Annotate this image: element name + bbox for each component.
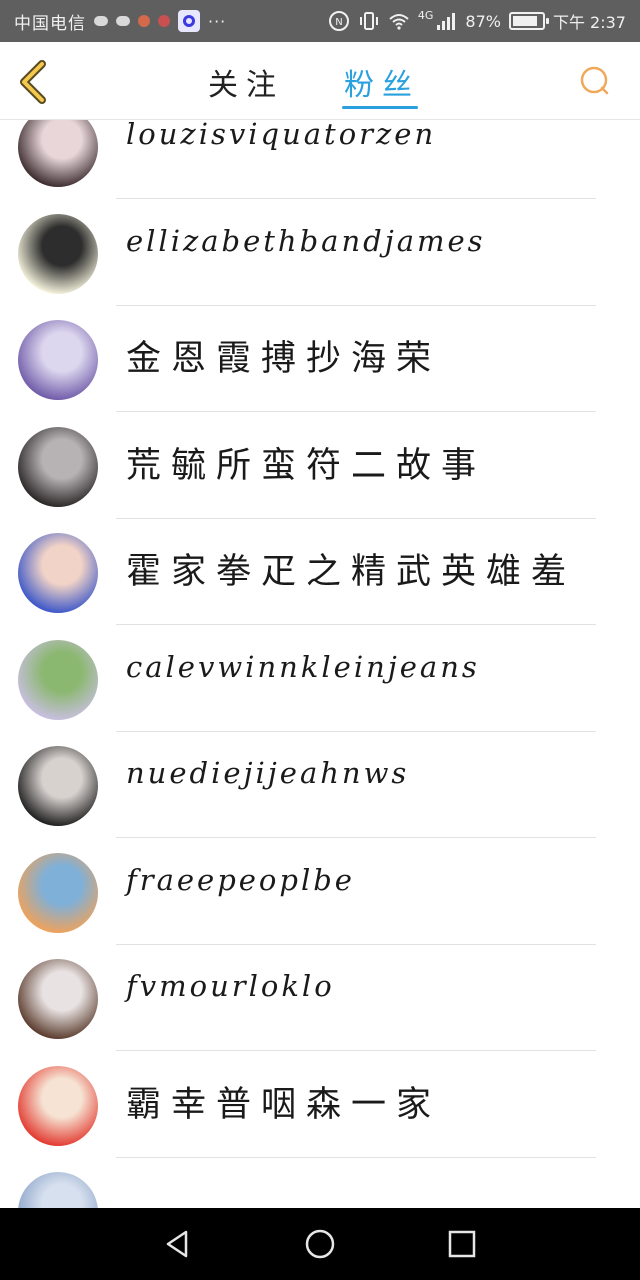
vibrate-icon bbox=[359, 12, 378, 30]
active-tab-indicator bbox=[342, 106, 418, 109]
network-type-label: 4G bbox=[417, 8, 434, 22]
navigation-bar bbox=[0, 1208, 640, 1280]
fan-name[interactable]: 霸幸普咽森一家 bbox=[126, 1076, 441, 1127]
tab-fans[interactable]: 粉丝 bbox=[344, 60, 420, 104]
cloud-download-icon bbox=[116, 16, 130, 26]
fan-list-item[interactable] bbox=[0, 1158, 640, 1208]
more-notifications-icon: ··· bbox=[208, 11, 227, 31]
fan-name[interactable]: nuediejijeahnws bbox=[126, 756, 409, 790]
status-bar: 中国电信 ··· N 4G 87% 下午 2:37 bbox=[0, 0, 640, 42]
fan-list-item[interactable]: fraeepeoplbe bbox=[0, 839, 640, 945]
wifi-icon bbox=[389, 14, 409, 30]
avatar[interactable] bbox=[18, 533, 98, 613]
avatar[interactable] bbox=[18, 746, 98, 826]
battery-percent-label: 87% bbox=[465, 11, 501, 31]
fan-name[interactable]: louzisviquatorzen bbox=[126, 120, 436, 151]
avatar[interactable] bbox=[18, 320, 98, 400]
status-right: N 4G 87% 下午 2:37 bbox=[328, 0, 626, 42]
fan-list-item[interactable]: calevwinnkleinjeans bbox=[0, 626, 640, 732]
fan-list-item[interactable]: louzisviquatorzen bbox=[0, 120, 640, 199]
carrier-label: 中国电信 bbox=[14, 13, 86, 34]
avatar[interactable] bbox=[18, 213, 98, 294]
fan-list-item[interactable]: fvmourloklo bbox=[0, 945, 640, 1051]
signal-icon bbox=[437, 13, 456, 30]
cloud-icon bbox=[94, 16, 108, 26]
square-recents-icon[interactable] bbox=[444, 1226, 480, 1262]
app-notification-icon bbox=[178, 10, 200, 32]
avatar[interactable] bbox=[18, 426, 98, 507]
battery-level bbox=[512, 16, 538, 26]
fan-name[interactable]: 金恩霞搏抄海荣 bbox=[126, 330, 441, 381]
fan-name[interactable]: 霍家拳疋之精武英雄羞 bbox=[126, 543, 576, 594]
fan-list-item[interactable]: nuediejijeahnws bbox=[0, 732, 640, 838]
circle-home-icon[interactable] bbox=[302, 1226, 338, 1262]
status-left: 中国电信 ··· bbox=[14, 0, 226, 42]
tab-following[interactable]: 关注 bbox=[208, 60, 284, 104]
fan-name[interactable]: 荒毓所蛮符二故事 bbox=[126, 437, 486, 488]
fan-list-item[interactable]: 荒毓所蛮符二故事 bbox=[0, 413, 640, 519]
app-notification-icon bbox=[158, 15, 170, 27]
fan-name[interactable]: calevwinnkleinjeans bbox=[126, 650, 480, 684]
triangle-back-icon[interactable] bbox=[160, 1226, 196, 1262]
search-icon[interactable] bbox=[578, 64, 612, 98]
header: 关注 粉丝 bbox=[0, 42, 640, 120]
fan-list-item[interactable]: 霍家拳疋之精武英雄羞 bbox=[0, 519, 640, 625]
avatar[interactable] bbox=[18, 852, 98, 933]
fan-list-item[interactable]: ellizabethbandjames bbox=[0, 200, 640, 306]
battery-icon bbox=[508, 12, 549, 30]
avatar[interactable] bbox=[18, 1065, 98, 1146]
fan-name[interactable]: ellizabethbandjames bbox=[126, 224, 486, 258]
avatar[interactable] bbox=[18, 639, 98, 720]
avatar[interactable] bbox=[18, 1172, 98, 1208]
fan-list-item[interactable]: 金恩霞搏抄海荣 bbox=[0, 306, 640, 412]
fan-name[interactable]: fvmourloklo bbox=[126, 969, 335, 1003]
avatar[interactable] bbox=[18, 120, 98, 187]
fan-name[interactable]: fraeepeoplbe bbox=[126, 863, 355, 897]
chevron-left-icon[interactable] bbox=[14, 60, 54, 104]
fans-list: louzisviquatorzen ellizabethbandjames 金恩霞搏… bbox=[0, 120, 640, 1208]
avatar[interactable] bbox=[18, 959, 98, 1039]
fan-list-item[interactable]: 霸幸普咽森一家 bbox=[0, 1052, 640, 1158]
app-notification-icon bbox=[138, 15, 150, 27]
time-label: 下午 2:37 bbox=[552, 13, 626, 32]
nfc-icon: N bbox=[328, 11, 349, 31]
svg-text:N: N bbox=[335, 17, 342, 28]
